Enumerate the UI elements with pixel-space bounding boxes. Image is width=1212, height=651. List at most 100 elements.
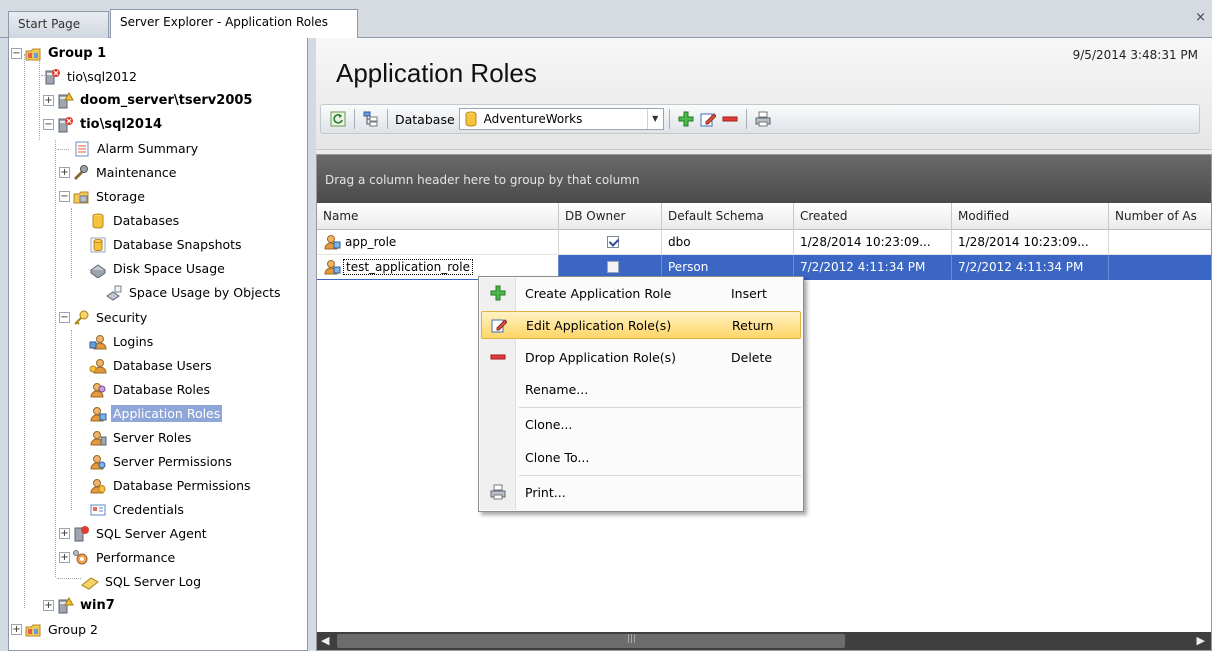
tree-item-security[interactable]: − Security [59, 306, 149, 329]
cell-number-of-assemblies[interactable] [1109, 255, 1211, 280]
tree-item-database-permissions[interactable]: Database Permissions [89, 474, 253, 497]
tree-item-performance[interactable]: + Performance [59, 546, 177, 569]
column-header-name[interactable]: Name [317, 203, 559, 230]
create-role-button[interactable] [675, 108, 697, 130]
tab-start-page[interactable]: Start Page [8, 11, 109, 38]
tree-label: Database Permissions [113, 478, 251, 493]
expand-icon[interactable]: + [43, 600, 54, 611]
column-header-created[interactable]: Created [794, 203, 952, 230]
horizontal-scrollbar[interactable]: ◀ ||| ▶ [317, 632, 1211, 650]
tree-item-application-roles[interactable]: Application Roles [89, 402, 223, 425]
tree-item-sql-server-log[interactable]: SQL Server Log [81, 570, 203, 593]
tree-item-credentials[interactable]: Credentials [89, 498, 186, 521]
cell-modified[interactable]: 1/28/2014 10:23:09... [952, 230, 1109, 255]
menu-item-clone-to[interactable]: Clone To... [481, 443, 801, 471]
tree-item-database-roles[interactable]: Database Roles [89, 378, 212, 401]
tree-item-group-1[interactable]: − Group 1 [11, 42, 108, 65]
expand-icon[interactable]: + [59, 167, 70, 178]
cell-db-owner[interactable] [559, 230, 662, 255]
menu-item-drop-application-roles[interactable]: Drop Application Role(s) Delete [481, 343, 801, 371]
column-header-db-owner[interactable]: DB Owner [559, 203, 662, 230]
toolbar-separator [387, 109, 388, 129]
menu-item-rename[interactable]: Rename... [481, 375, 801, 403]
tree-item-sql-server-agent[interactable]: + SQL Server Agent [59, 522, 209, 545]
tree-label: Security [96, 310, 148, 325]
chevron-down-icon[interactable]: ▼ [646, 109, 663, 129]
cell-number-of-assemblies[interactable] [1109, 230, 1211, 255]
cell-created[interactable]: 1/28/2014 10:23:09... [794, 230, 952, 255]
menu-item-label: Drop Application Role(s) [525, 349, 677, 365]
cell-name[interactable]: app_role [317, 230, 559, 255]
tree-item-database-users[interactable]: Database Users [89, 354, 214, 377]
close-tab-icon[interactable]: × [1195, 10, 1206, 25]
logins-icon [89, 334, 107, 349]
db-owner-checkbox[interactable] [607, 236, 619, 248]
menu-item-edit-application-roles[interactable]: Edit Application Role(s) Return [481, 311, 801, 339]
tree-label: Database Roles [113, 382, 211, 397]
cell-created[interactable]: 7/2/2012 4:11:34 PM [794, 255, 952, 280]
collapse-icon[interactable]: − [59, 191, 70, 202]
tree-item-tio-sql2014[interactable]: − tio\sql2014 [43, 113, 164, 136]
tree-item-server-permissions[interactable]: Server Permissions [89, 450, 234, 473]
column-header-default-schema[interactable]: Default Schema [662, 203, 794, 230]
menu-item-create-application-role[interactable]: Create Application Role Insert [481, 279, 801, 307]
context-menu: Create Application Role Insert Edit Appl… [478, 276, 804, 512]
cell-default-schema[interactable]: dbo [662, 230, 794, 255]
panel-splitter[interactable] [308, 38, 316, 651]
database-icon [92, 213, 104, 229]
tree-item-alarm-summary[interactable]: Alarm Summary [73, 137, 200, 160]
tree-line [57, 149, 69, 150]
tree-label: Server Permissions [113, 454, 232, 469]
scroll-right-icon[interactable]: ▶ [1197, 634, 1205, 647]
tree-item-maintenance[interactable]: + Maintenance [59, 161, 179, 184]
group-by-panel[interactable]: Drag a column header here to group by th… [317, 155, 1211, 203]
drop-role-button[interactable] [719, 108, 741, 130]
disk-space-icon [90, 263, 106, 278]
menu-item-label: Edit Application Role(s) [526, 317, 672, 333]
server-group-icon [25, 48, 41, 60]
expand-icon[interactable]: + [59, 528, 70, 539]
database-select[interactable]: AdventureWorks ▼ [458, 108, 664, 130]
tree-item-tio-sql2012[interactable]: tio\sql2012 [43, 65, 139, 88]
scrollbar-thumb[interactable]: ||| [337, 634, 845, 648]
tree-item-group-2[interactable]: + Group 2 [11, 618, 100, 641]
scroll-left-icon[interactable]: ◀ [321, 634, 329, 647]
print-button[interactable] [752, 108, 774, 130]
tree-item-logins[interactable]: Logins [89, 330, 155, 353]
menu-item-clone[interactable]: Clone... [481, 410, 801, 438]
expand-icon[interactable]: + [59, 552, 70, 563]
db-owner-checkbox[interactable] [607, 261, 619, 273]
application-roles-icon [90, 406, 107, 421]
tree-line [71, 330, 72, 510]
tab-server-explorer[interactable]: Server Explorer - Application Roles [110, 9, 358, 38]
database-icon [465, 111, 477, 127]
tree-item-disk-space-usage[interactable]: Disk Space Usage [89, 257, 227, 280]
tree-label: Database Snapshots [113, 237, 242, 252]
tree-item-server-roles[interactable]: Server Roles [89, 426, 193, 449]
security-key-icon [74, 310, 89, 325]
expand-icon[interactable]: + [43, 95, 54, 106]
menu-item-print[interactable]: Print... [481, 478, 801, 506]
tree-item-databases[interactable]: Databases [89, 209, 181, 232]
sql-server-log-icon [81, 576, 99, 590]
tree-item-win7[interactable]: + win7 [43, 594, 117, 617]
menu-item-label: Rename... [525, 381, 589, 397]
tree-item-storage[interactable]: − Storage [59, 185, 147, 208]
edit-role-button[interactable] [697, 108, 719, 130]
expand-icon[interactable]: + [11, 624, 22, 635]
tree-item-doom-server[interactable]: + doom_server\tserv2005 [43, 89, 254, 112]
tree-item-space-usage-by-objects[interactable]: Space Usage by Objects [105, 281, 283, 304]
show-tree-button[interactable] [360, 108, 382, 130]
column-header-number-of-assemblies[interactable]: Number of As [1109, 203, 1211, 230]
tree-item-database-snapshots[interactable]: Database Snapshots [89, 233, 244, 256]
refresh-button[interactable] [327, 108, 349, 130]
collapse-icon[interactable]: − [11, 48, 22, 59]
table-row[interactable]: app_role dbo 1/28/2014 10:23:09... 1/28/… [317, 230, 1211, 255]
column-header-modified[interactable]: Modified [952, 203, 1109, 230]
server-permissions-icon [90, 454, 106, 469]
toolbar-separator [668, 109, 670, 129]
tree-label: Performance [96, 550, 176, 565]
collapse-icon[interactable]: − [43, 119, 54, 130]
cell-modified[interactable]: 7/2/2012 4:11:34 PM [952, 255, 1109, 280]
collapse-icon[interactable]: − [59, 312, 70, 323]
